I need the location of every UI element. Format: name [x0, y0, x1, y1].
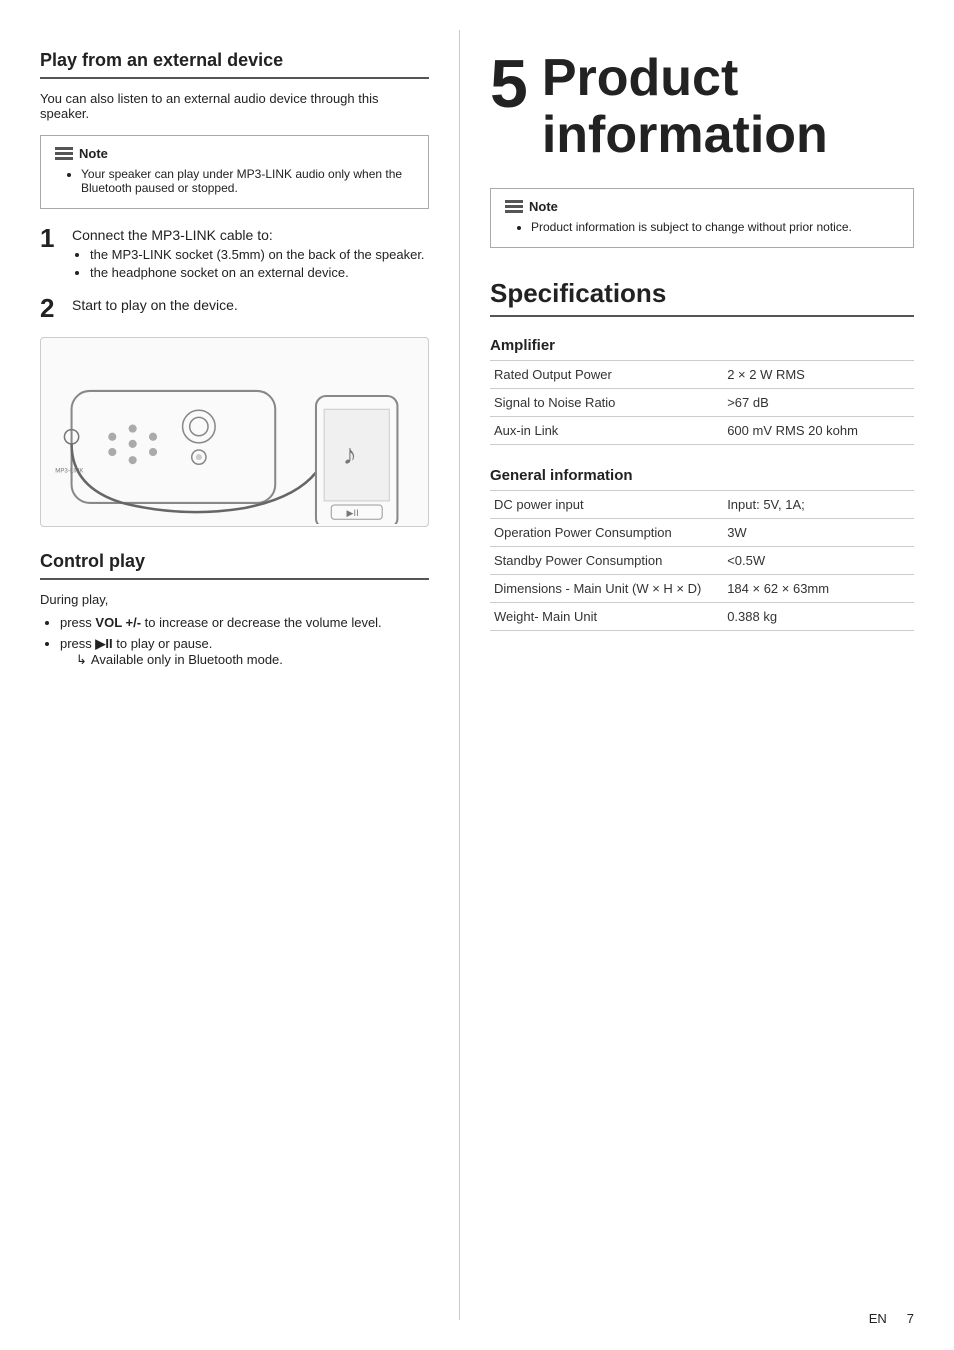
- left-column: Play from an external device You can als…: [0, 30, 460, 1320]
- control-play-intro: During play,: [40, 592, 429, 607]
- play-section-title: Play from an external device: [40, 50, 429, 79]
- chapter-num: 5: [490, 50, 528, 118]
- step-1-bullet-1: the headphone socket on an external devi…: [90, 265, 429, 280]
- speaker-illustration: MP3-LINK ♪ ▶II: [40, 337, 429, 527]
- page-lang: EN: [869, 1311, 887, 1326]
- table-row: Operation Power Consumption3W: [490, 519, 914, 547]
- svg-text:♪: ♪: [342, 440, 356, 472]
- product-note-icon: [505, 200, 523, 213]
- step-1-num: 1: [40, 225, 72, 251]
- general-table: DC power inputInput: 5V, 1A;Operation Po…: [490, 490, 914, 631]
- step-1-bullet-0: the MP3-LINK socket (3.5mm) on the back …: [90, 247, 429, 262]
- right-column: 5 Productinformation Note Product inform…: [460, 30, 954, 1320]
- ctrl-bullet-0: press VOL +/- to increase or decrease th…: [60, 615, 429, 630]
- product-note-list: Product information is subject to change…: [515, 220, 899, 234]
- step-1-content: Connect the MP3-LINK cable to: the MP3-L…: [72, 227, 429, 283]
- product-note-box: Note Product information is subject to c…: [490, 188, 914, 248]
- step-2-content: Start to play on the device.: [72, 297, 429, 317]
- play-note-box: Note Your speaker can play under MP3-LIN…: [40, 135, 429, 209]
- table-row: Rated Output Power2 × 2 W RMS: [490, 361, 914, 389]
- note-icon: [55, 147, 73, 160]
- table-row: Weight- Main Unit0.388 kg: [490, 603, 914, 631]
- general-title: General information: [490, 467, 914, 484]
- general-section: General information DC power inputInput:…: [490, 467, 914, 631]
- play-intro: You can also listen to an external audio…: [40, 91, 429, 121]
- ctrl-bullet-1: press ▶II to play or pause. Available on…: [60, 636, 429, 668]
- svg-text:▶II: ▶II: [347, 509, 359, 519]
- step-1-bullets: the MP3-LINK socket (3.5mm) on the back …: [72, 247, 429, 280]
- step-1-text: Connect the MP3-LINK cable to:: [72, 227, 429, 243]
- control-play-bullets: press VOL +/- to increase or decrease th…: [40, 615, 429, 668]
- play-note-header: Note: [55, 146, 414, 161]
- table-row: Dimensions - Main Unit (W × H × D)184 × …: [490, 575, 914, 603]
- page-num: 7: [907, 1311, 914, 1326]
- table-row: DC power inputInput: 5V, 1A;: [490, 491, 914, 519]
- play-note-list: Your speaker can play under MP3-LINK aud…: [65, 167, 414, 195]
- speaker-svg: MP3-LINK ♪ ▶II: [41, 340, 428, 523]
- table-row: Aux-in Link600 mV RMS 20 kohm: [490, 417, 914, 445]
- amplifier-section: Amplifier Rated Output Power2 × 2 W RMSS…: [490, 337, 914, 445]
- table-row: Signal to Noise Ratio>67 dB: [490, 389, 914, 417]
- amplifier-table: Rated Output Power2 × 2 W RMSSignal to N…: [490, 360, 914, 445]
- step-2-num: 2: [40, 295, 72, 321]
- step-1: 1 Connect the MP3-LINK cable to: the MP3…: [40, 227, 429, 283]
- product-note-header: Note: [505, 199, 899, 214]
- specs-title: Specifications: [490, 278, 914, 317]
- product-note-item: Product information is subject to change…: [531, 220, 899, 234]
- ctrl-sub-note: Available only in Bluetooth mode.: [76, 652, 283, 668]
- play-note-item: Your speaker can play under MP3-LINK aud…: [81, 167, 414, 195]
- control-play-title: Control play: [40, 551, 429, 580]
- product-info-header: 5 Productinformation: [490, 50, 914, 164]
- step-2: 2 Start to play on the device.: [40, 297, 429, 321]
- control-play-section: Control play During play, press VOL +/- …: [40, 551, 429, 668]
- table-row: Standby Power Consumption<0.5W: [490, 547, 914, 575]
- amplifier-title: Amplifier: [490, 337, 914, 354]
- chapter-title: Productinformation: [542, 50, 828, 164]
- step-2-text: Start to play on the device.: [72, 297, 429, 313]
